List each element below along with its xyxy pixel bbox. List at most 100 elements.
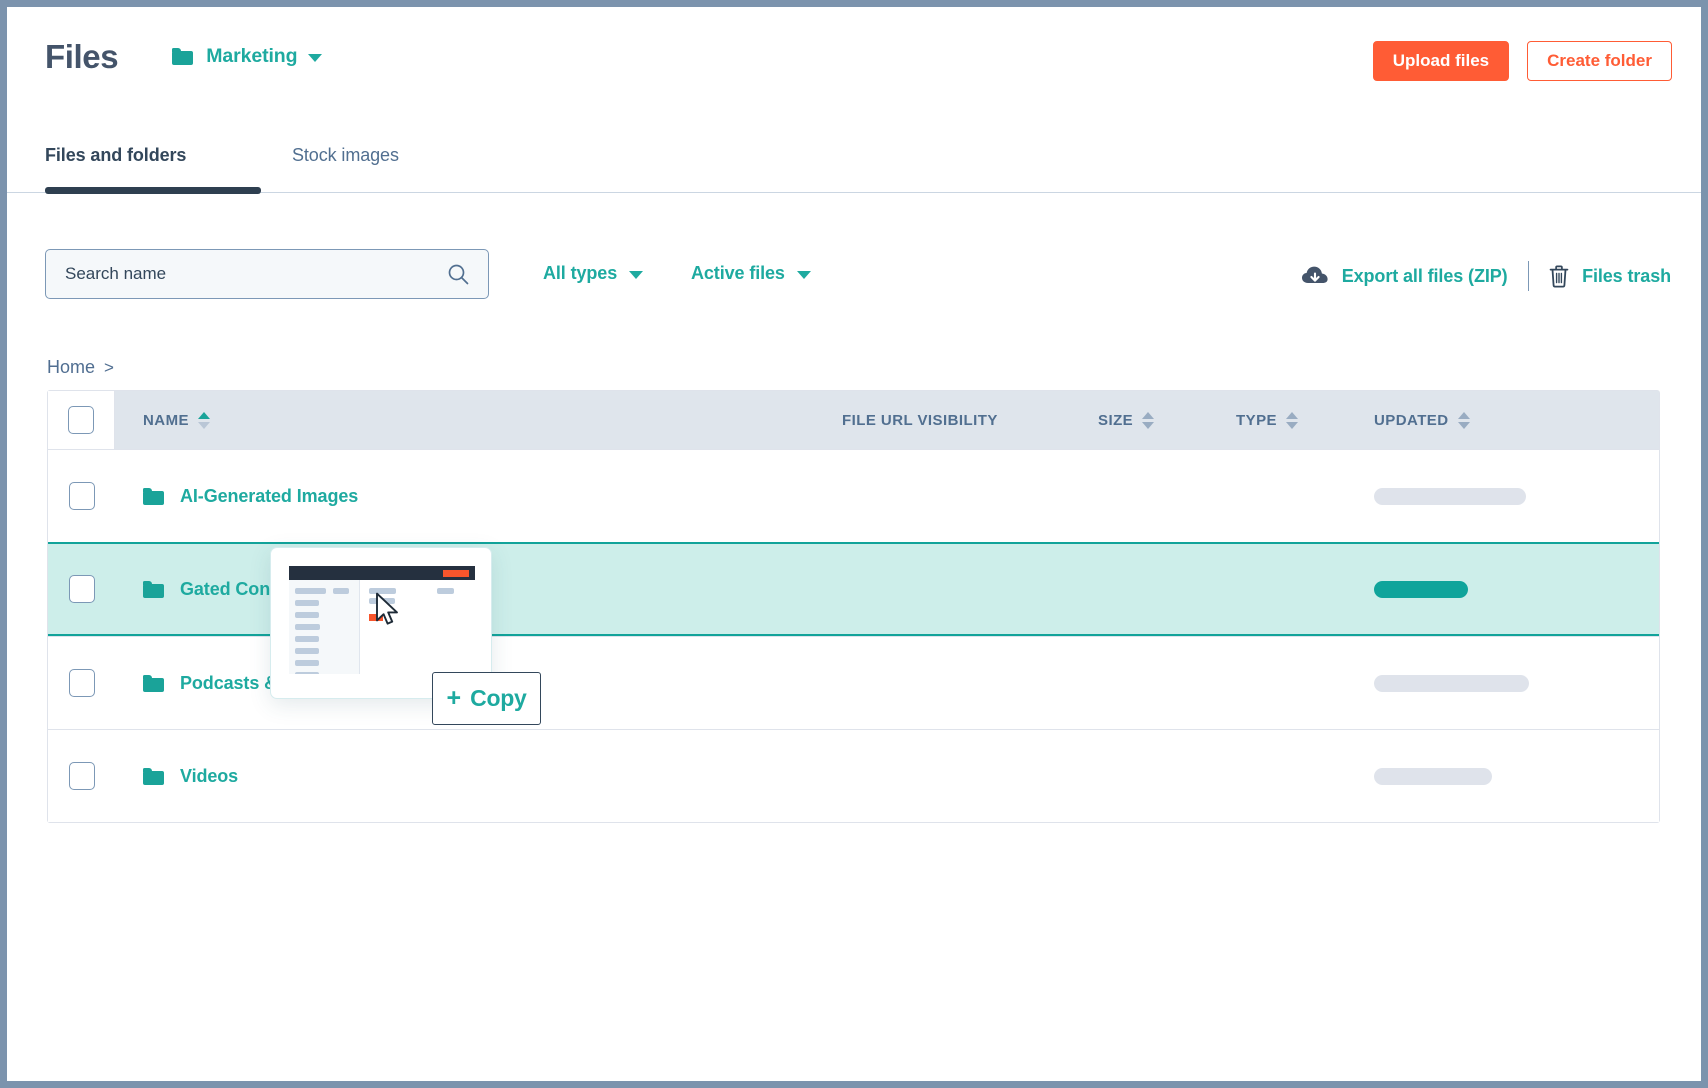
table-row[interactable]: AI-Generated Images — [48, 449, 1659, 542]
select-all-cell — [48, 391, 115, 449]
filter-active-files[interactable]: Active files — [691, 263, 811, 284]
thumbnail-line — [333, 588, 349, 594]
plus-icon: + — [446, 684, 462, 712]
thumbnail-line — [295, 600, 319, 606]
folder-selector-dropdown[interactable]: Marketing — [172, 45, 323, 68]
sort-asc-icon — [197, 411, 210, 419]
row-updated-cell — [1374, 767, 1574, 785]
sort-desc-icon — [1457, 421, 1470, 429]
sort-desc-icon — [1142, 421, 1155, 429]
sort-toggle-name[interactable] — [197, 411, 210, 429]
filter-all-types-label: All types — [543, 263, 618, 283]
trash-icon — [1549, 265, 1569, 288]
table-row[interactable]: Videos — [48, 729, 1659, 822]
tab-bar: Files and folders Stock images — [7, 129, 1701, 194]
row-checkbox[interactable] — [68, 669, 95, 697]
column-header-size-label: SIZE — [1098, 411, 1134, 429]
toolbar-divider — [1527, 261, 1530, 291]
updated-placeholder-bar — [1374, 767, 1492, 785]
column-header-updated[interactable]: UPDATED — [1374, 411, 1574, 429]
thumbnail-line — [295, 612, 319, 618]
breadcrumb: Home > — [47, 357, 114, 378]
folder-icon — [143, 674, 164, 692]
filter-all-types[interactable]: All types — [543, 263, 644, 284]
column-header-name[interactable]: NAME — [115, 411, 842, 429]
sort-desc-icon — [197, 421, 210, 429]
sort-asc-icon — [1142, 411, 1155, 419]
column-header-type[interactable]: TYPE — [1236, 411, 1374, 429]
column-header-name-label: NAME — [143, 411, 189, 429]
thumbnail-line — [295, 648, 319, 654]
files-trash-button[interactable]: Files trash — [1549, 265, 1671, 288]
thumbnail-line — [295, 588, 326, 594]
mouse-pointer-icon — [375, 592, 401, 631]
row-select-cell — [48, 482, 115, 510]
updated-placeholder-bar — [1374, 580, 1468, 598]
row-checkbox[interactable] — [68, 482, 95, 510]
thumbnail-topbar — [289, 566, 475, 580]
table-header-row: NAME FILE URL VISIBILITY SIZE TYPE UPDAT… — [48, 391, 1659, 449]
sort-toggle-type[interactable] — [1285, 411, 1298, 429]
toolbar: All types Active files Export all files … — [7, 193, 1701, 303]
toolbar-right-actions: Export all files (ZIP) Files trash — [1301, 261, 1671, 291]
thumbnail-topbar-accent — [443, 570, 469, 577]
cloud-download-icon — [1301, 265, 1329, 287]
thumbnail-line — [295, 672, 319, 674]
sort-desc-icon — [1285, 421, 1298, 429]
header-left-group: Files Marketing — [45, 38, 323, 75]
page-title: Files — [45, 38, 119, 75]
updated-placeholder-bar — [1374, 487, 1526, 505]
thumbnail-line — [295, 636, 319, 642]
page-header: Files Marketing Upload files Create fold… — [7, 7, 1701, 129]
export-all-files-button[interactable]: Export all files (ZIP) — [1301, 265, 1508, 287]
thumbnail-line — [295, 624, 320, 630]
row-select-cell — [48, 669, 115, 697]
breadcrumb-item-home[interactable]: Home — [47, 357, 95, 378]
row-updated-cell — [1374, 487, 1574, 505]
folder-link[interactable]: AI-Generated Images — [180, 486, 358, 507]
row-checkbox[interactable] — [68, 575, 95, 603]
sort-asc-icon — [1285, 411, 1298, 419]
search-icon[interactable] — [447, 263, 469, 285]
row-name-cell: AI-Generated Images — [115, 486, 842, 507]
row-updated-cell — [1374, 674, 1574, 692]
files-app-window: Files Marketing Upload files Create fold… — [0, 0, 1708, 1088]
sort-toggle-size[interactable] — [1142, 411, 1155, 429]
select-all-checkbox[interactable] — [68, 406, 94, 434]
filter-active-files-label: Active files — [691, 263, 785, 283]
thumbnail-line — [295, 660, 319, 666]
column-header-file-url-visibility-label: FILE URL VISIBILITY — [842, 411, 998, 429]
tab-files-and-folders[interactable]: Files and folders — [45, 129, 186, 193]
row-checkbox[interactable] — [68, 762, 95, 790]
chevron-down-icon — [629, 270, 644, 279]
column-header-updated-label: UPDATED — [1374, 411, 1449, 429]
header-actions: Upload files Create folder — [1372, 41, 1672, 81]
drag-copy-badge: + Copy — [432, 672, 541, 725]
folder-link[interactable]: Videos — [180, 766, 238, 787]
row-select-cell — [48, 575, 115, 603]
files-trash-label: Files trash — [1582, 265, 1671, 286]
updated-placeholder-bar — [1374, 674, 1529, 692]
breadcrumb-separator: > — [104, 357, 114, 377]
search-input[interactable] — [46, 263, 447, 285]
folder-icon — [143, 580, 164, 598]
upload-files-button[interactable]: Upload files — [1372, 41, 1510, 81]
folder-icon — [143, 487, 164, 505]
folder-selector-label: Marketing — [206, 45, 298, 67]
column-header-size[interactable]: SIZE — [1098, 411, 1236, 429]
drag-copy-label: Copy — [470, 685, 527, 711]
folder-icon — [172, 48, 194, 65]
folder-icon — [143, 767, 164, 785]
row-select-cell — [48, 762, 115, 790]
column-header-type-label: TYPE — [1236, 411, 1277, 429]
sort-asc-icon — [1457, 411, 1470, 419]
search-box[interactable] — [45, 249, 489, 299]
row-updated-cell — [1374, 580, 1574, 598]
tab-stock-images[interactable]: Stock images — [292, 129, 399, 193]
create-folder-button[interactable]: Create folder — [1527, 41, 1672, 81]
sort-toggle-updated[interactable] — [1457, 411, 1470, 429]
row-name-cell: Videos — [115, 766, 842, 787]
export-all-files-label: Export all files (ZIP) — [1341, 265, 1508, 286]
column-header-file-url-visibility[interactable]: FILE URL VISIBILITY — [842, 412, 1098, 429]
chevron-down-icon — [796, 270, 811, 279]
